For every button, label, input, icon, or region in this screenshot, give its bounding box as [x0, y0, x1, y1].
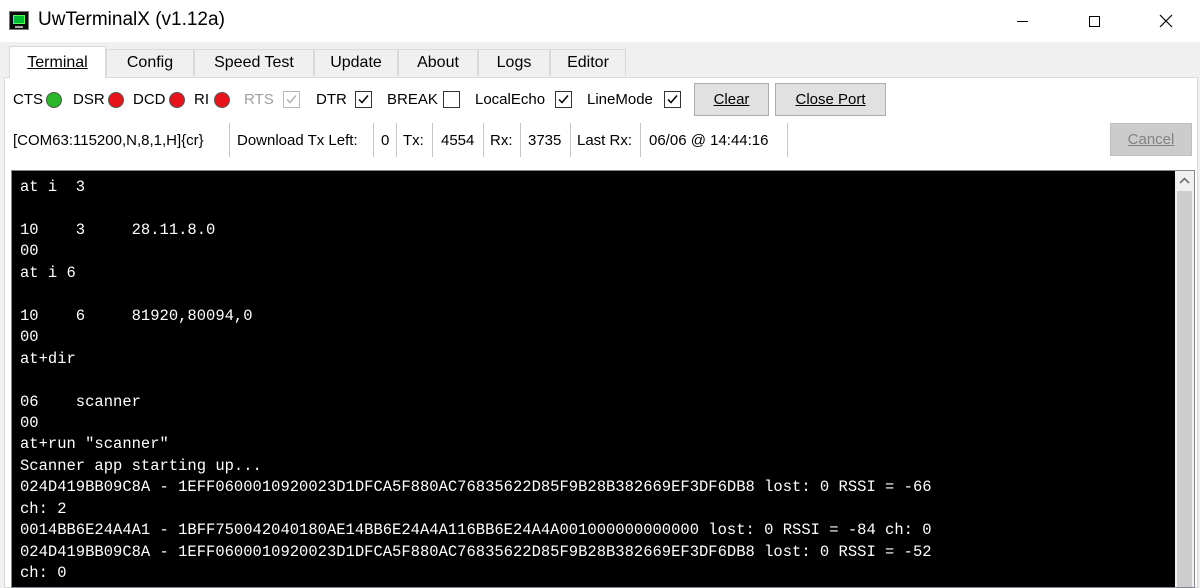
- close-button[interactable]: [1143, 0, 1189, 42]
- tab-logs[interactable]: Logs: [478, 49, 550, 76]
- tab-config[interactable]: Config: [106, 49, 194, 76]
- dcd-led-icon: [169, 92, 185, 108]
- tab-strip: Terminal Config Speed Test Update About …: [0, 46, 1200, 78]
- vertical-scrollbar[interactable]: [1175, 171, 1194, 587]
- window-title: UwTerminalX (v1.12a): [38, 9, 225, 30]
- minimize-icon: [1016, 20, 1028, 22]
- status-divider: [373, 123, 374, 157]
- cancel-button[interactable]: Cancel: [1110, 123, 1192, 156]
- port-settings: [COM63:115200,N,8,1,H]{cr}: [13, 132, 204, 149]
- ri-label: RI: [194, 91, 209, 108]
- status-divider: [229, 123, 230, 157]
- linemode-checkbox[interactable]: [664, 91, 681, 108]
- checkmark-icon: [558, 95, 569, 104]
- tab-speed-test[interactable]: Speed Test: [194, 49, 314, 76]
- tab-editor[interactable]: Editor: [550, 49, 626, 76]
- checkmark-icon: [667, 95, 678, 104]
- download-tx-left-label: Download Tx Left:: [237, 132, 358, 149]
- scroll-up-button[interactable]: [1175, 171, 1194, 190]
- dtr-label: DTR: [316, 91, 347, 108]
- tx-value: 4554: [441, 132, 475, 149]
- maximize-icon: [1088, 15, 1100, 27]
- status-divider: [570, 123, 571, 157]
- last-rx-value: 06/06 @ 14:44:16: [649, 132, 769, 149]
- tx-label: Tx:: [403, 132, 424, 149]
- dtr-checkbox[interactable]: [355, 91, 372, 108]
- download-tx-left-value: 0: [381, 132, 390, 149]
- ri-led-icon: [214, 92, 230, 108]
- last-rx-label: Last Rx:: [577, 132, 633, 149]
- minimize-button[interactable]: [999, 0, 1045, 42]
- rts-label: RTS: [244, 91, 274, 108]
- break-label: BREAK: [387, 91, 438, 108]
- chevron-up-icon: [1179, 177, 1190, 184]
- status-divider: [520, 123, 521, 157]
- terminal-app-icon: [9, 11, 29, 30]
- status-divider: [787, 123, 788, 157]
- cts-label: CTS: [13, 91, 43, 108]
- scrollbar-thumb[interactable]: [1177, 191, 1192, 587]
- close-icon: [1159, 14, 1173, 28]
- status-divider: [483, 123, 484, 157]
- cts-led-icon: [46, 92, 62, 108]
- tab-update[interactable]: Update: [314, 49, 398, 76]
- status-divider: [432, 123, 433, 157]
- rx-value: 3735: [528, 132, 562, 149]
- break-checkbox[interactable]: [443, 91, 460, 108]
- maximize-button[interactable]: [1071, 0, 1117, 42]
- tab-terminal[interactable]: Terminal: [9, 46, 106, 78]
- status-divider: [396, 123, 397, 157]
- title-bar: UwTerminalX (v1.12a): [0, 0, 1200, 42]
- terminal-output-area[interactable]: at i 3 10 3 28.11.8.0 00 at i 6 10 6 819…: [11, 170, 1195, 588]
- checkmark-icon: [286, 95, 297, 104]
- dsr-led-icon: [108, 92, 124, 108]
- rx-label: Rx:: [490, 132, 513, 149]
- dsr-label: DSR: [73, 91, 105, 108]
- terminal-output-text: at i 3 10 3 28.11.8.0 00 at i 6 10 6 819…: [20, 178, 932, 583]
- close-port-button[interactable]: Close Port: [775, 83, 886, 116]
- clear-button[interactable]: Clear: [694, 83, 769, 116]
- rts-checkbox[interactable]: [283, 91, 300, 108]
- localecho-checkbox[interactable]: [555, 91, 572, 108]
- checkmark-icon: [358, 95, 369, 104]
- linemode-label: LineMode: [587, 91, 653, 108]
- tab-about[interactable]: About: [398, 49, 478, 76]
- status-divider: [640, 123, 641, 157]
- localecho-label: LocalEcho: [475, 91, 546, 108]
- dcd-label: DCD: [133, 91, 166, 108]
